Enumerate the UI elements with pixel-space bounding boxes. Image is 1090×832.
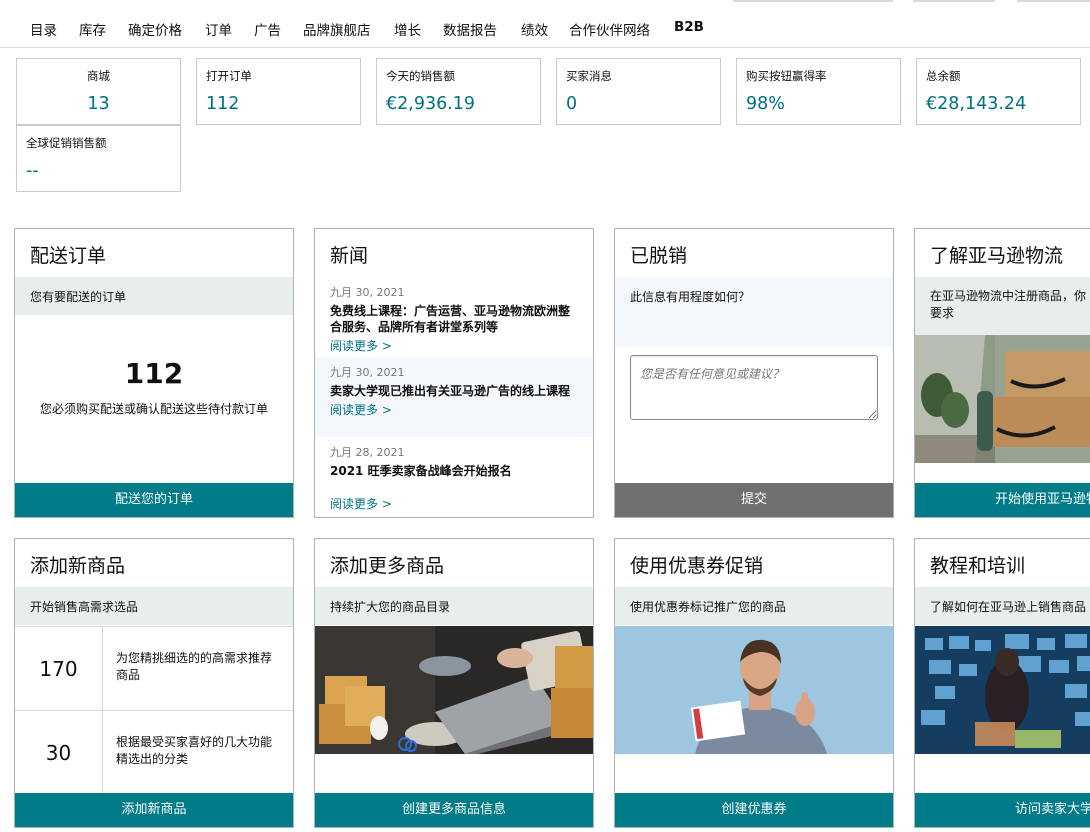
metric-value: --	[26, 161, 39, 181]
nav-stores[interactable]: 品牌旗舰店	[303, 19, 371, 39]
news-title[interactable]: 免费线上课程：广告运营、亚马逊物流欧洲整合服务、品牌所有者讲堂系列等	[330, 303, 578, 335]
metric-label: 总余额	[926, 69, 961, 83]
card-subtitle: 了解如何在亚马逊上销售商品	[930, 600, 1087, 614]
card-coupons: 使用优惠券促销 使用优惠券标记推广您的商品 创建优惠券	[614, 538, 894, 828]
card-subtitle: 持续扩大您的商品目录	[330, 600, 451, 614]
card-subtitle: 开始销售高需求选品	[30, 600, 139, 614]
news-title[interactable]: 2021 旺季卖家备战峰会开始报名	[330, 463, 578, 479]
main-nav: 目录 库存 确定价格 订单 广告 品牌旗舰店 增长 数据报告 绩效 合作伙伴网络…	[0, 0, 1090, 48]
nav-catalog[interactable]: 目录	[30, 19, 57, 39]
metric-global-promotions[interactable]: 全球促销销售额 --	[16, 125, 181, 192]
card-subtitle-band: 了解如何在亚马逊上销售商品	[915, 587, 1090, 625]
card-title: 使用优惠券促销	[630, 555, 764, 577]
orders-description: 您必须购买配送或确认配送这些待付款订单	[39, 402, 268, 416]
recommendation-row[interactable]: 30 根据最受买家喜好的几大功能精选出的分类	[15, 710, 293, 795]
visit-seller-university-button[interactable]: 访问卖家大学	[915, 793, 1090, 827]
metric-buy-box-rate[interactable]: 购买按钮赢得率 98%	[736, 58, 901, 125]
add-product-button[interactable]: 添加新商品	[15, 793, 293, 827]
metric-value: 112	[206, 94, 240, 114]
card-learn-fba: 了解亚马逊物流 在亚马逊物流中注册商品，你要求 开始使用亚马逊物流	[914, 228, 1090, 518]
training-screens-image	[915, 626, 1090, 754]
card-title: 添加更多商品	[330, 555, 445, 577]
card-add-product: 添加新商品 开始销售高需求选品 170 为您精挑细选的的高需求推荐商品 30 根…	[14, 538, 294, 828]
coupon-man-image	[615, 626, 893, 754]
recommendation-row[interactable]: 170 为您精挑细选的的高需求推荐商品	[15, 626, 293, 711]
metric-label: 商城	[87, 69, 110, 83]
read-more-link[interactable]: 阅读更多 >	[330, 495, 578, 512]
feedback-textarea[interactable]	[630, 355, 878, 420]
news-item: 九月 28, 2021 2021 旺季卖家备战峰会开始报名 阅读更多 >	[315, 444, 593, 512]
read-more-link[interactable]: 阅读更多 >	[330, 401, 578, 418]
ship-orders-button[interactable]: 配送您的订单	[15, 483, 293, 517]
feedback-band: 此信息有用程度如何？	[615, 277, 893, 347]
nav-partner-network[interactable]: 合作伙伴网络	[569, 19, 650, 39]
nav-orders[interactable]: 订单	[205, 19, 232, 39]
nav-growth[interactable]: 增长	[394, 19, 421, 39]
metric-todays-sales[interactable]: 今天的销售额 €2,936.19	[376, 58, 541, 125]
metric-label: 全球促销销售额	[26, 136, 107, 150]
recommendation-desc: 根据最受买家喜好的几大功能精选出的分类	[116, 735, 273, 766]
metric-value: €28,143.24	[926, 94, 1027, 114]
card-training: 教程和培训 了解如何在亚马逊上销售商品 访问卖家大学	[914, 538, 1090, 828]
nav-reports[interactable]: 数据报告	[443, 19, 497, 39]
metric-label: 买家消息	[566, 69, 612, 83]
metric-label: 今天的销售额	[386, 69, 455, 83]
fba-boxes-image	[915, 335, 1090, 463]
news-date: 九月 30, 2021	[330, 286, 405, 299]
nav-advertising[interactable]: 广告	[254, 19, 281, 39]
recommendation-count: 170	[15, 627, 103, 711]
metric-value: 13	[87, 94, 110, 114]
submit-button[interactable]: 提交	[615, 483, 893, 517]
news-title[interactable]: 卖家大学现已推出有关亚马逊广告的线上课程	[330, 383, 578, 399]
laptop-packages-image	[315, 626, 593, 754]
card-title: 了解亚马逊物流	[930, 245, 1064, 267]
card-title: 添加新商品	[30, 555, 126, 577]
news-item: 九月 30, 2021 卖家大学现已推出有关亚马逊广告的线上课程 阅读更多 >	[315, 357, 593, 437]
news-date: 九月 28, 2021	[330, 446, 405, 459]
card-out-of-stock: 已脱销 此信息有用程度如何？ 提交	[614, 228, 894, 518]
card-title: 新闻	[330, 245, 369, 267]
nav-inventory[interactable]: 库存	[79, 19, 106, 39]
card-news: 新闻 九月 30, 2021 免费线上课程：广告运营、亚马逊物流欧洲整合服务、品…	[314, 228, 594, 518]
card-subtitle-band: 使用优惠券标记推广您的商品	[615, 587, 893, 625]
create-coupon-button[interactable]: 创建优惠券	[615, 793, 893, 827]
metric-total-balance[interactable]: 总余额 €28,143.24	[916, 58, 1081, 125]
card-subtitle-band: 开始销售高需求选品	[15, 587, 293, 625]
metric-marketplaces[interactable]: 商城 13	[16, 58, 181, 125]
recommendation-desc: 为您精挑细选的的高需求推荐商品	[116, 651, 273, 682]
metric-label: 购买按钮赢得率	[746, 69, 827, 83]
metric-buyer-messages[interactable]: 买家消息 0	[556, 58, 721, 125]
news-date: 九月 30, 2021	[330, 366, 405, 379]
card-subtitle-band: 您有要配送的订单	[15, 277, 293, 315]
card-title: 教程和培训	[930, 555, 1026, 577]
card-subtitle-band: 持续扩大您的商品目录	[315, 587, 593, 625]
read-more-link[interactable]: 阅读更多 >	[330, 337, 578, 354]
card-subtitle-band: 在亚马逊物流中注册商品，你要求	[915, 277, 1090, 335]
metric-open-orders[interactable]: 打开订单 112	[196, 58, 361, 125]
nav-performance[interactable]: 绩效	[521, 19, 548, 39]
card-subtitle: 您有要配送的订单	[30, 290, 127, 304]
card-title: 已脱销	[630, 245, 688, 267]
metric-value: €2,936.19	[386, 94, 476, 114]
create-listings-button[interactable]: 创建更多商品信息	[315, 793, 593, 827]
recommendation-count: 30	[15, 711, 103, 795]
card-title: 配送订单	[30, 245, 107, 267]
orders-count[interactable]: 112	[15, 357, 293, 390]
card-add-more-products: 添加更多商品 持续扩大您的商品目录 创建更多商品信息	[314, 538, 594, 828]
nav-pricing[interactable]: 确定价格	[128, 19, 182, 39]
card-subtitle: 在亚马逊物流中注册商品，你要求	[930, 289, 1087, 320]
metric-label: 打开订单	[206, 69, 252, 83]
feedback-question: 此信息有用程度如何？	[630, 290, 751, 304]
metric-value: 98%	[746, 94, 785, 114]
nav-b2b[interactable]: B2B	[674, 19, 704, 35]
news-item: 九月 30, 2021 免费线上课程：广告运营、亚马逊物流欧洲整合服务、品牌所有…	[315, 284, 593, 354]
start-fba-button[interactable]: 开始使用亚马逊物流	[915, 483, 1090, 517]
card-ship-orders: 配送订单 您有要配送的订单 112 您必须购买配送或确认配送这些待付款订单 配送…	[14, 228, 294, 518]
metric-value: 0	[566, 94, 578, 114]
card-subtitle: 使用优惠券标记推广您的商品	[630, 600, 787, 614]
